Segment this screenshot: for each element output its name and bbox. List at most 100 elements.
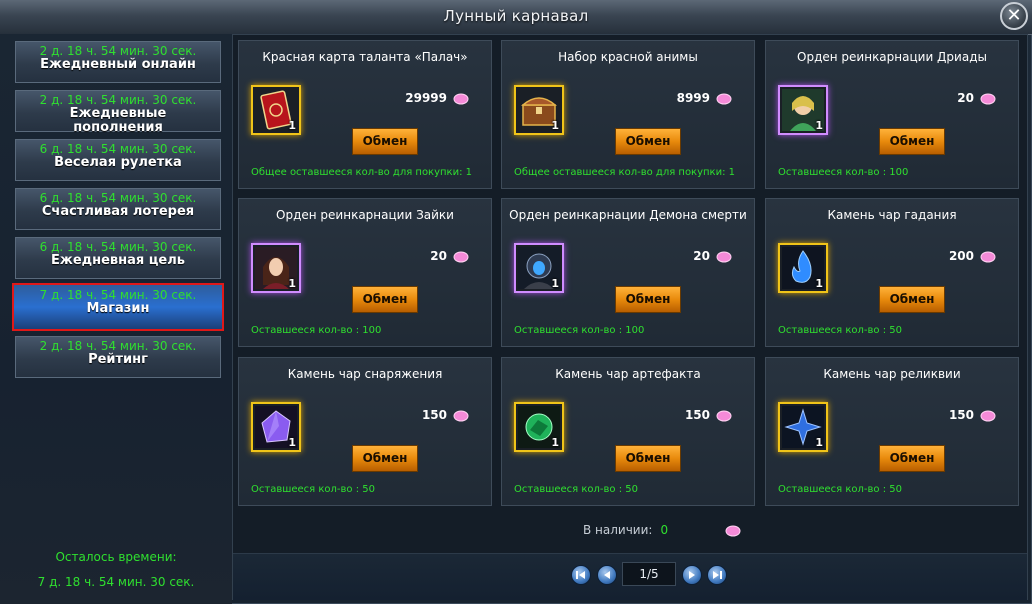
- item-price: 8999: [676, 91, 710, 105]
- shop-item-card: Камень чар реликвии 1 150 Обмен Оставшее…: [765, 357, 1019, 506]
- exchange-button[interactable]: Обмен: [615, 445, 681, 472]
- item-quantity: 1: [288, 277, 296, 290]
- exchange-button[interactable]: Обмен: [352, 286, 418, 313]
- item-price: 150: [421, 408, 447, 422]
- shop-item-card: Камень чар гадания 1 200 Обмен Оставшеес…: [765, 198, 1019, 347]
- tab-label: Веселая рулетка: [54, 155, 182, 170]
- remaining-time-value: 7 д. 18 ч. 54 мин. 30 сек.: [37, 575, 195, 589]
- item-name: Камень чар реликвии: [823, 367, 961, 381]
- shop-item-card: Орден реинкарнации Зайки 1 20 Обмен Оста…: [238, 198, 492, 347]
- next-page-button[interactable]: [682, 565, 702, 585]
- exchange-button[interactable]: Обмен: [879, 128, 945, 155]
- tab-fun-roulette[interactable]: 6 д. 18 ч. 54 мин. 30 сек. Веселая рулет…: [15, 139, 221, 181]
- next-page-icon: [689, 571, 695, 579]
- pink-gem-icon: [980, 410, 996, 422]
- pink-gem-icon: [453, 251, 469, 263]
- item-name: Красная карта таланта «Палач»: [262, 50, 468, 64]
- last-page-button[interactable]: [707, 565, 727, 585]
- item-quantity: 1: [815, 436, 823, 449]
- exchange-button[interactable]: Обмен: [615, 286, 681, 313]
- pink-gem-icon: [980, 251, 996, 263]
- balance-value: 0: [660, 523, 669, 537]
- item-name: Орден реинкарнации Демона смерти: [509, 208, 747, 222]
- tab-timer: 2 д. 18 ч. 54 мин. 30 сек.: [39, 44, 197, 58]
- previous-page-icon: [604, 571, 610, 579]
- item-stock: Общее оставшееся кол-во для покупки: 1: [514, 167, 736, 178]
- shop-item-card: Камень чар артефакта 1 150 Обмен Оставше…: [501, 357, 755, 506]
- shop-item-card: Камень чар снаряжения 1 150 Обмен Оставш…: [238, 357, 492, 506]
- tab-timer: 2 д. 18 ч. 54 мин. 30 сек.: [39, 339, 197, 353]
- tab-lucky-lottery[interactable]: 6 д. 18 ч. 54 мин. 30 сек. Счастливая ло…: [15, 188, 221, 230]
- exchange-button[interactable]: Обмен: [615, 128, 681, 155]
- item-quantity: 1: [551, 277, 559, 290]
- item-quantity: 1: [815, 119, 823, 132]
- item-quantity: 1: [815, 277, 823, 290]
- item-slot[interactable]: 1: [514, 243, 564, 293]
- pagination-bar: 1/5: [233, 553, 1027, 600]
- tab-timer: 6 д. 18 ч. 54 мин. 30 сек.: [39, 191, 197, 205]
- shop-item-card: Орден реинкарнации Дриады 1 20 Обмен Ост…: [765, 40, 1019, 189]
- item-stock: Оставшееся кол-во : 100: [514, 325, 645, 336]
- item-price: 150: [684, 408, 710, 422]
- first-page-icon: [576, 571, 585, 579]
- item-quantity: 1: [551, 436, 559, 449]
- pink-gem-icon: [725, 525, 741, 537]
- pink-gem-icon: [716, 93, 732, 105]
- item-name: Набор красной анимы: [558, 50, 698, 64]
- tab-label: Магазин: [86, 301, 150, 316]
- pink-gem-icon: [980, 93, 996, 105]
- item-name: Камень чар артефакта: [555, 367, 701, 381]
- item-price: 20: [430, 249, 447, 263]
- tab-rating[interactable]: 2 д. 18 ч. 54 мин. 30 сек. Рейтинг: [15, 336, 221, 378]
- item-quantity: 1: [288, 119, 296, 132]
- item-slot[interactable]: 1: [251, 402, 301, 452]
- item-slot[interactable]: 1: [251, 85, 301, 135]
- item-stock: Оставшееся кол-во : 50: [251, 484, 375, 495]
- tab-daily-goal[interactable]: 6 д. 18 ч. 54 мин. 30 сек. Ежедневная це…: [15, 237, 221, 279]
- window-title: Лунный карнавал: [443, 7, 589, 25]
- previous-page-button[interactable]: [597, 565, 617, 585]
- shop-item-card: Набор красной анимы 1 8999 Обмен Общее о…: [501, 40, 755, 189]
- title-bar: Лунный карнавал ✕: [0, 0, 1032, 35]
- item-stock: Оставшееся кол-во : 100: [251, 325, 382, 336]
- tab-shop[interactable]: 7 д. 18 ч. 54 мин. 30 сек. Магазин: [12, 283, 224, 331]
- balance-label: В наличии:: [583, 523, 653, 537]
- remaining-time-label: Осталось времени:: [55, 550, 177, 564]
- item-slot[interactable]: 1: [778, 402, 828, 452]
- close-button[interactable]: ✕: [1000, 2, 1028, 30]
- exchange-button[interactable]: Обмен: [879, 286, 945, 313]
- item-slot[interactable]: 1: [778, 243, 828, 293]
- first-page-button[interactable]: [571, 565, 591, 585]
- moon-carnival-window: Лунный карнавал ✕ 2 д. 18 ч. 54 мин. 30 …: [0, 0, 1032, 604]
- pink-gem-icon: [453, 93, 469, 105]
- sidebar: 2 д. 18 ч. 54 мин. 30 сек. Ежедневный он…: [0, 34, 232, 604]
- shop-item-card: Орден реинкарнации Демона смерти 1 20 Об…: [501, 198, 755, 347]
- item-name: Орден реинкарнации Дриады: [797, 50, 987, 64]
- tab-daily-online[interactable]: 2 д. 18 ч. 54 мин. 30 сек. Ежедневный он…: [15, 41, 221, 83]
- item-slot[interactable]: 1: [514, 402, 564, 452]
- tab-label: Рейтинг: [88, 352, 148, 367]
- item-slot[interactable]: 1: [251, 243, 301, 293]
- pink-gem-icon: [716, 251, 732, 263]
- item-quantity: 1: [551, 119, 559, 132]
- item-stock: Оставшееся кол-во : 100: [778, 167, 909, 178]
- item-stock: Оставшееся кол-во : 50: [514, 484, 638, 495]
- tab-daily-topups[interactable]: 2 д. 18 ч. 54 мин. 30 сек. Ежедневные по…: [15, 90, 221, 135]
- item-price: 200: [948, 249, 974, 263]
- tab-timer: 2 д. 18 ч. 54 мин. 30 сек.: [39, 93, 197, 107]
- item-stock: Общее оставшееся кол-во для покупки: 1: [251, 167, 473, 178]
- item-slot[interactable]: 1: [778, 85, 828, 135]
- item-price: 20: [693, 249, 710, 263]
- tab-label: Ежедневный онлайн: [40, 57, 196, 72]
- last-page-icon: [713, 571, 722, 579]
- currency-balance: В наличии: 0: [583, 523, 668, 537]
- exchange-button[interactable]: Обмен: [352, 128, 418, 155]
- item-slot[interactable]: 1: [514, 85, 564, 135]
- shop-panel: Красная карта таланта «Палач» 1 29999 Об…: [232, 34, 1028, 600]
- shop-item-card: Красная карта таланта «Палач» 1 29999 Об…: [238, 40, 492, 189]
- exchange-button[interactable]: Обмен: [879, 445, 945, 472]
- item-price: 150: [948, 408, 974, 422]
- item-name: Камень чар гадания: [827, 208, 957, 222]
- exchange-button[interactable]: Обмен: [352, 445, 418, 472]
- tab-timer: 6 д. 18 ч. 54 мин. 30 сек.: [39, 240, 197, 254]
